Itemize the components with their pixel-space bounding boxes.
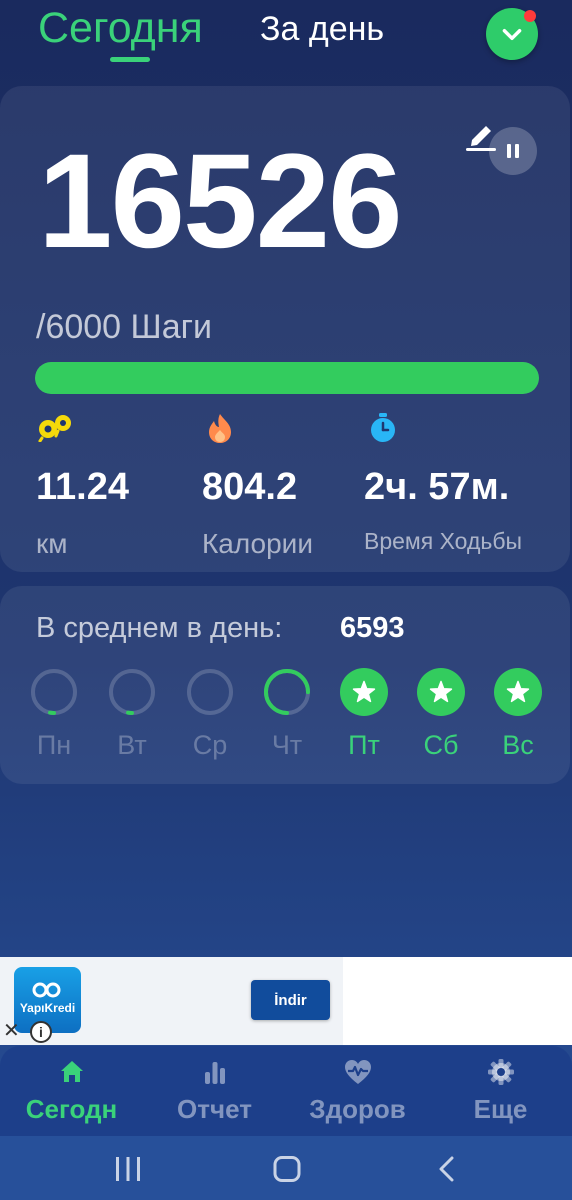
day-ring-wed[interactable] bbox=[186, 668, 234, 716]
steps-progress-bar bbox=[35, 362, 539, 394]
home-icon bbox=[60, 1061, 83, 1082]
steps-goal: /6000 Шаги bbox=[36, 308, 212, 346]
nav-label-health: Здоров bbox=[309, 1094, 406, 1124]
bottom-navigation: Сегодн Отчет Здоров Еще bbox=[0, 1046, 572, 1136]
distance-label: км bbox=[36, 528, 68, 559]
average-label: В среднем в день: bbox=[36, 612, 283, 644]
distance-value: 11.24 bbox=[36, 466, 129, 508]
home-button-icon[interactable] bbox=[273, 1156, 301, 1182]
day-ring-sun[interactable] bbox=[494, 668, 542, 716]
nav-item-health[interactable]: Здоров bbox=[286, 1046, 429, 1136]
nav-item-today[interactable]: Сегодн bbox=[0, 1046, 143, 1136]
day-ring-thu[interactable] bbox=[263, 668, 311, 716]
walk-time-value: 2ч. 57м. bbox=[364, 466, 510, 508]
day-ring-mon[interactable] bbox=[30, 668, 78, 716]
ad-logo-text: YapıKredi bbox=[19, 1001, 76, 1015]
ad-banner[interactable]: YapıKredi İndir ✕ i bbox=[0, 957, 572, 1045]
ad-close-icon[interactable]: ✕ bbox=[3, 1021, 20, 1041]
day-ring-fri[interactable] bbox=[340, 668, 388, 716]
header: Сегодня За день bbox=[0, 0, 572, 80]
day-label-fri: Пт bbox=[348, 730, 380, 760]
steps-count: 16526 bbox=[38, 127, 403, 276]
pause-button[interactable] bbox=[489, 127, 537, 175]
back-icon[interactable] bbox=[436, 1156, 458, 1182]
tab-day[interactable]: За день bbox=[260, 10, 384, 49]
bar-chart-icon bbox=[204, 1062, 225, 1084]
ad-info-icon[interactable]: i bbox=[30, 1021, 52, 1043]
footprints-icon bbox=[38, 415, 71, 442]
nav-label-more: Еще bbox=[473, 1094, 528, 1124]
calories-label: Калории bbox=[202, 528, 313, 559]
heart-pulse-icon bbox=[344, 1060, 371, 1084]
flame-icon bbox=[209, 414, 231, 443]
nav-item-more[interactable]: Еще bbox=[429, 1046, 572, 1136]
day-label-wed: Ср bbox=[192, 730, 228, 760]
day-label-thu: Чт bbox=[271, 730, 303, 760]
nav-label-today: Сегодн bbox=[25, 1094, 118, 1124]
chevron-down-icon bbox=[502, 29, 522, 41]
nav-label-report: Отчет bbox=[177, 1094, 252, 1124]
system-navigation-bar bbox=[0, 1136, 572, 1200]
day-ring-sat[interactable] bbox=[417, 668, 465, 716]
nav-item-report[interactable]: Отчет bbox=[143, 1046, 286, 1136]
day-label-mon: Пн bbox=[36, 730, 72, 760]
tab-today[interactable]: Сегодня bbox=[38, 4, 203, 53]
recent-apps-icon[interactable] bbox=[114, 1156, 142, 1182]
ad-download-button[interactable]: İndir bbox=[251, 980, 330, 1020]
day-label-sun: Вс bbox=[502, 730, 534, 760]
average-value: 6593 bbox=[340, 612, 405, 644]
tab-active-indicator bbox=[110, 57, 150, 62]
day-label-tue: Вт bbox=[117, 730, 147, 760]
notification-dot bbox=[524, 10, 536, 22]
stopwatch-icon bbox=[371, 413, 395, 442]
day-ring-tue[interactable] bbox=[108, 668, 156, 716]
steps-progress-fill bbox=[35, 362, 539, 394]
yapikredi-logo-icon bbox=[32, 982, 61, 998]
pause-icon bbox=[507, 144, 519, 158]
calories-value: 804.2 bbox=[202, 466, 298, 508]
day-label-sat: Сб bbox=[423, 730, 459, 760]
gear-icon bbox=[487, 1059, 514, 1085]
walk-time-label: Время Ходьбы bbox=[364, 528, 523, 554]
